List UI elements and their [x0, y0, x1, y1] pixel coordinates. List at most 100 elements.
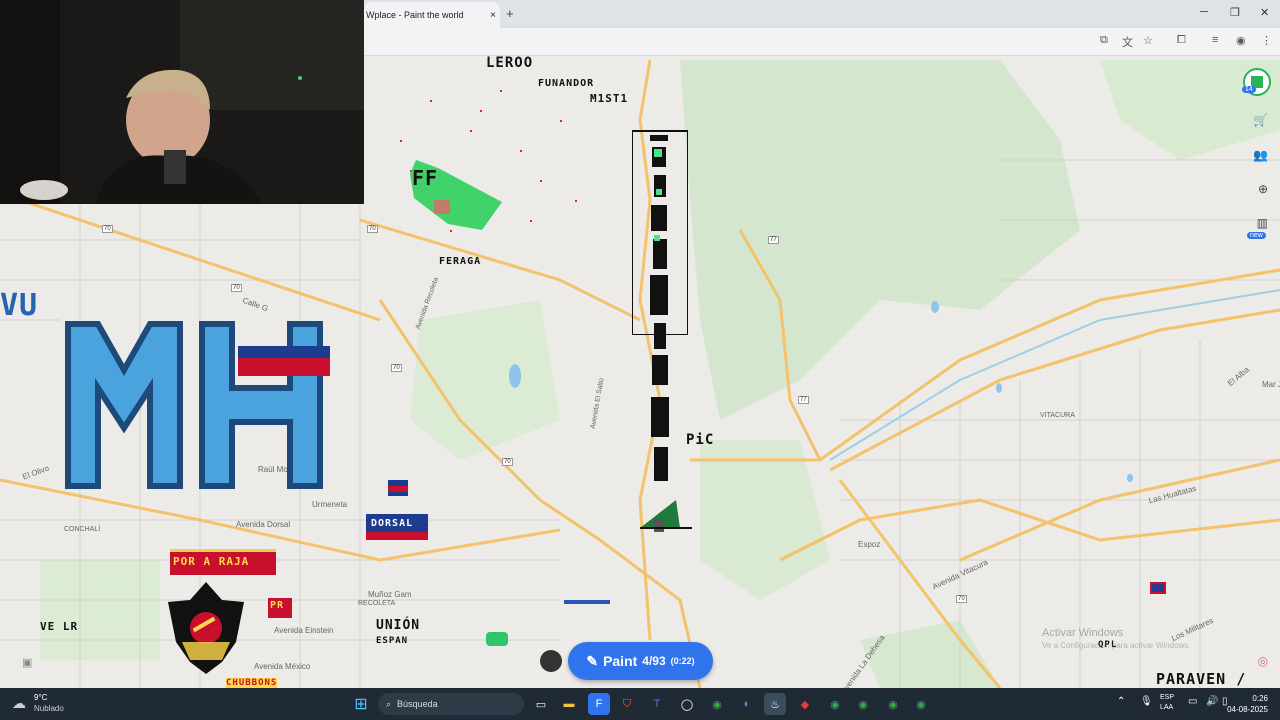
windows-activation-title: Activar Windows — [1042, 627, 1124, 639]
street-label: Avenida Dorsal — [236, 520, 291, 529]
leaderboard-icon[interactable]: ▥ — [1257, 216, 1268, 230]
street-label: Avenida Einstein — [274, 626, 334, 635]
pixel-art-bottom-text: CHUBBONS — [226, 678, 278, 688]
chrome-icon[interactable]: ◉ — [706, 693, 728, 715]
pixel-art-union: UNIÓN — [376, 618, 421, 633]
pixel-art-blue-line — [564, 600, 610, 604]
street-label: Urmeneta — [312, 500, 348, 509]
mic-icon[interactable]: 🎙 — [1140, 696, 1153, 707]
street-label: Avenida México — [254, 662, 311, 671]
route-shield: 70 — [391, 364, 402, 372]
taskbar-search[interactable]: ⌕ Búsqueda — [378, 693, 524, 715]
pixel-art-espan: ESPAN — [376, 636, 409, 646]
route-shield: 77 — [798, 396, 809, 404]
locate-icon[interactable]: ◎ — [1258, 654, 1268, 668]
weather-cloud-icon[interactable]: ☁ — [12, 695, 26, 712]
pixel-art-ve-lr: VE LR — [40, 620, 79, 633]
weather-temp[interactable]: 9°C — [34, 693, 47, 702]
cooldown-timer: (0:22) — [670, 656, 695, 666]
bookmark-star-icon[interactable]: ☆ — [1143, 34, 1153, 47]
pixel-art-tent — [640, 498, 692, 534]
volume-icon[interactable]: 🔊 — [1206, 696, 1218, 707]
steam-icon[interactable]: ♨ — [764, 693, 786, 715]
route-shield: 70 — [502, 458, 513, 466]
tab-close-icon[interactable]: × — [486, 10, 500, 21]
pixel-art-vu: VU — [0, 288, 39, 323]
paint-label: Paint — [603, 653, 638, 669]
menu-dots-icon[interactable]: ⋮ — [1261, 34, 1272, 47]
clock-date: 04-08-2025 — [1227, 705, 1268, 714]
extensions-icon[interactable]: ⧠ — [1177, 34, 1186, 47]
pixel-art-flag-blue — [238, 346, 330, 358]
app-red-icon[interactable]: ◆ — [794, 693, 816, 715]
lang-code: ESP — [1160, 694, 1175, 701]
translate-icon[interactable]: 文 — [1122, 34, 1133, 50]
chrome-profile-2-icon[interactable]: ◉ — [852, 693, 874, 715]
clock[interactable]: 0:26 04-08-2025 — [1227, 693, 1268, 715]
tab-wplace[interactable]: Wplace - Paint the world × — [364, 2, 500, 28]
profile-icon[interactable]: ◉ — [1236, 34, 1246, 47]
pixel-art-bomb — [540, 650, 562, 672]
file-explorer-icon[interactable]: ▬ — [558, 693, 580, 715]
pixel-art-mist: M1ST1 — [590, 92, 629, 105]
district-label: RECOLETA — [358, 600, 396, 607]
pixel-art-ff: FF — [412, 166, 439, 190]
pixel-art-ferega: FERAGA — [439, 256, 482, 267]
task-view-icon[interactable]: ▭ — [530, 693, 552, 715]
tab-title: Wplace - Paint the world — [366, 10, 464, 20]
street-label: Espoz — [858, 540, 881, 549]
tab-bar — [364, 0, 1280, 28]
route-shield: 70 — [102, 225, 113, 233]
windows-taskbar: ☁ 9°C Nublado ⊞ ⌕ Búsqueda ▭ ▬ F ⛉ T ◯ ◉… — [0, 688, 1280, 720]
route-shield: 70 — [231, 284, 242, 292]
pixel-art-funandor: FUNANDOR — [538, 78, 595, 89]
search-icon: ⌕ — [386, 698, 392, 709]
new-badge: new — [1247, 232, 1266, 239]
close-window-icon[interactable]: ✕ — [1260, 6, 1269, 19]
route-shield: 77 — [768, 236, 779, 244]
install-app-icon[interactable]: ⧉ — [1100, 34, 1108, 47]
brave-icon[interactable]: ⛉ — [616, 693, 638, 715]
lang-layout: LAA — [1160, 704, 1174, 711]
level-badge: 14 — [1242, 86, 1256, 93]
reading-list-icon[interactable]: ≡ — [1212, 34, 1218, 46]
app-icon-f[interactable]: F — [588, 693, 610, 715]
restore-icon[interactable]: ❐ — [1230, 6, 1240, 19]
tray-chevron-icon[interactable]: ⌃ — [1117, 696, 1125, 707]
pixel-art-green-creature — [486, 632, 508, 646]
pixel-art-mh-logo — [62, 318, 326, 492]
start-icon[interactable]: ⊞ — [350, 693, 372, 715]
pixel-art-eagle — [166, 582, 246, 674]
search-placeholder: Búsqueda — [397, 699, 438, 709]
search-map-icon[interactable]: ⊕ — [1258, 182, 1268, 196]
pixel-count: 4/93 — [642, 654, 666, 668]
windows-activation-text: Ve a Configuración para activar Windows. — [1042, 641, 1191, 650]
chrome-profile-icon[interactable]: ◉ — [824, 693, 846, 715]
pixel-art-pr: PR — [270, 600, 285, 611]
discord-icon[interactable]: ◐ — [736, 693, 758, 715]
brush-icon: ✎ — [586, 652, 599, 669]
pixel-art-paraven: PARAVEN / — [1156, 670, 1247, 688]
language-indicator[interactable]: ESP LAA — [1160, 693, 1174, 713]
webcam-overlay — [0, 0, 364, 204]
new-tab-button[interactable]: + — [506, 6, 514, 21]
district-label: VITACURA — [1040, 412, 1075, 419]
wifi-icon[interactable]: ▭ — [1188, 696, 1197, 707]
pixel-art-pic: PiC — [686, 432, 715, 448]
minimize-icon[interactable]: ─ — [1200, 6, 1208, 18]
chrome-profile-3-icon[interactable]: ◉ — [882, 693, 904, 715]
paint-button[interactable]: ✎ Paint 4/93 (0:22) — [568, 642, 713, 680]
github-icon[interactable]: ◯ — [676, 693, 698, 715]
chrome-profile-4-icon[interactable]: ◉ — [910, 693, 932, 715]
weather-desc[interactable]: Nublado — [34, 704, 64, 713]
clock-time: 0:26 — [1252, 694, 1268, 703]
pixel-art-small-flag — [1150, 582, 1166, 594]
route-shield: 70 — [367, 225, 378, 233]
map-info-icon[interactable]: ▣ — [22, 656, 32, 669]
district-label: CONCHALÍ — [64, 526, 101, 533]
alliance-icon[interactable]: 👥 — [1253, 148, 1268, 162]
pixel-art-column — [648, 135, 672, 485]
pixel-art-dorsal-flag — [366, 480, 428, 546]
teams-icon[interactable]: T — [646, 693, 668, 715]
store-cart-icon[interactable]: 🛒 — [1253, 113, 1268, 127]
